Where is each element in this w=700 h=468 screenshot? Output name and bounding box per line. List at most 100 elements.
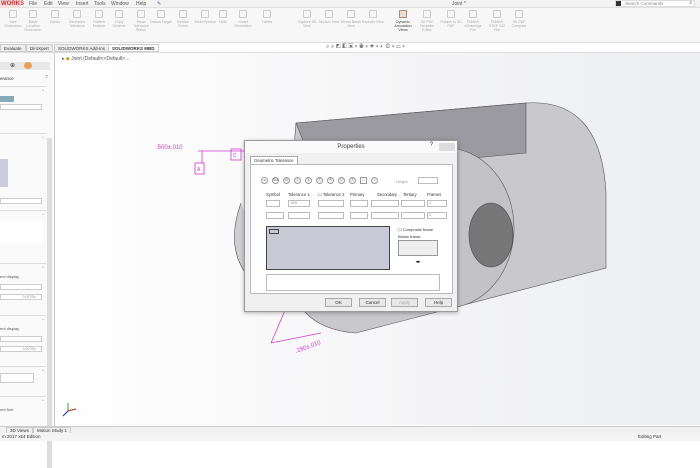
help-glyph[interactable]: ? [430,142,433,148]
symbol-button[interactable] [266,200,280,207]
menu-window[interactable]: Window [111,0,129,8]
scrollbar[interactable] [47,138,52,468]
lmc-symbol[interactable]: Ⓛ [294,177,301,184]
below-frame-box[interactable] [398,240,438,256]
symbol-dropdown[interactable] [266,212,284,219]
search-input[interactable]: Search Commands [625,1,664,6]
close-button[interactable] [439,143,455,151]
ribbon-button[interactable]: Surface Finish [172,10,194,28]
ribbon-button[interactable]: Tables [256,10,278,24]
dimension-250[interactable]: .250±.010 [295,340,323,355]
appearance-icon[interactable] [24,62,32,69]
move-arrows-icon[interactable]: ◂▸ [398,259,438,265]
tangent-symbol[interactable]: Ⓣ [316,177,323,184]
apply-button[interactable]: Apply [391,298,418,307]
free-state-symbol[interactable]: Ⓕ [349,177,356,184]
sm-symbol[interactable]: SM [272,177,279,184]
tab-addins[interactable]: SOLIDWORKS Add-Ins [54,44,110,52]
pin-icon[interactable]: ✎ [157,0,161,8]
ok-button[interactable]: OK [325,298,352,307]
ribbon-button[interactable]: Section View [318,10,340,24]
ribbon-button[interactable]: 3D PDF Compare [508,10,530,28]
config-icon[interactable]: ⊕ [10,62,15,69]
ribbon-button[interactable]: Publish to 3D PDF [440,10,462,28]
tolerance1-input[interactable]: .020 [288,200,310,207]
help-icon[interactable]: ? [45,75,48,81]
tolerance1-input-2[interactable] [288,212,310,219]
ribbon-button[interactable]: Datum Target [150,10,172,24]
ribbon-button[interactable]: Capture 3D View [296,10,318,28]
ribbon-button[interactable]: Publish STEP 242 File [486,10,508,32]
primary-input-2[interactable] [350,212,368,219]
menu-edit[interactable]: Edit [44,0,53,8]
collapse-icon[interactable]: ^ [42,88,44,93]
ribbon-button[interactable]: Basic Location Dimension [22,10,44,32]
value-field[interactable]: 0.0070in [0,346,42,352]
tolerance2-input-2[interactable] [318,212,344,219]
independency-symbol[interactable]: Ⓘ [371,177,378,184]
collapse-icon[interactable]: ^ [42,368,44,373]
tolerance2-input[interactable] [318,200,344,207]
dropdown[interactable] [0,284,42,290]
frames-select-1[interactable]: 1 [427,200,447,207]
height-input[interactable] [418,177,438,184]
collapse-icon[interactable]: ^ [42,265,44,270]
rfs-symbol[interactable]: Ⓢ [305,177,312,184]
ribbon-button[interactable]: Copy Scheme [108,10,130,28]
ribbon-button[interactable]: Size Dimension [2,10,24,28]
tab-geometric-tolerance[interactable]: Geometric Tolerance [250,156,298,164]
help-button[interactable]: Help [425,298,452,307]
ribbon-button[interactable]: Datum [44,10,66,24]
tab-mbd[interactable]: SOLIDWORKS MBD [108,44,159,52]
square-symbol[interactable]: □ [360,177,367,184]
collapse-icon[interactable]: ^ [42,212,44,217]
search-commands[interactable]: Search Commands ⌕ [615,0,695,7]
ribbon-button[interactable]: Explode View [362,10,384,24]
dropdown[interactable] [0,336,42,342]
ribbon-button[interactable]: Model Break View [340,10,362,28]
ribbon-button[interactable]: Note [212,10,234,24]
panel-tabs[interactable]: ⊕ [0,62,50,70]
menu-help[interactable]: Help [136,0,146,8]
value-field[interactable]: 0.0070in [0,294,42,300]
secondary-input[interactable] [371,200,399,207]
header-tolerance2[interactable]: ☐ Tolerance 2 [318,192,345,197]
unequal-symbol[interactable]: Ⓤ [338,177,345,184]
tool-icons[interactable] [0,159,8,187]
primary-input[interactable] [350,200,368,207]
dropdown[interactable] [0,104,42,110]
tool-icon[interactable] [0,96,14,102]
search-icon[interactable]: ⌕ [689,1,692,6]
projected-symbol[interactable]: Ⓟ [327,177,334,184]
diameter-symbol[interactable]: ⌀ [261,177,268,184]
tertiary-input-2[interactable] [401,212,425,219]
ribbon-button[interactable]: Dynamic Annotation Views [392,10,414,32]
list-box[interactable] [0,221,42,243]
mmc-symbol[interactable]: Ⓜ [283,177,290,184]
menu-file[interactable]: File [29,0,37,8]
frames-select-2[interactable]: 2 [427,212,447,219]
collapse-icon[interactable]: ^ [42,317,44,322]
cancel-button[interactable]: Cancel [359,298,386,307]
ribbon-button[interactable]: Publish eDrawings File [462,10,484,32]
ribbon-button[interactable]: Smart Dimension [232,10,254,28]
menu-insert[interactable]: Insert [76,0,89,8]
tab-dimxpert[interactable]: DimXpert [26,44,53,52]
menu-view[interactable]: View [58,0,69,8]
text-area[interactable] [266,274,440,291]
menu-tools[interactable]: Tools [94,0,106,8]
datum-a[interactable]: A [197,167,201,173]
secondary-input-2[interactable] [371,212,399,219]
ribbon-button[interactable]: Geometric Tolerance [66,10,88,28]
dropdown[interactable] [0,198,42,204]
spin-field[interactable] [0,373,34,383]
ribbon-button[interactable]: Pattern Feature [88,10,110,28]
collapse-icon[interactable]: ^ [42,135,44,140]
heads-up-toolbar[interactable]: ⌕ ⌕ ◩ ◧ ▣ ▾ ◉ ▾ ✦ ▾ ◐ ◍ ▾ ▭ ▾ [326,44,405,51]
ribbon-button[interactable]: Show Tolerance Status [130,10,152,32]
composite-frame-checkbox[interactable]: ☐ Composite frame [398,227,433,232]
collapse-icon[interactable]: ^ [42,398,44,403]
dimension-500[interactable]: .500±.010 [156,145,183,151]
tertiary-input[interactable] [401,200,425,207]
ribbon-button[interactable]: 3D PDF Template Editor [416,10,438,32]
